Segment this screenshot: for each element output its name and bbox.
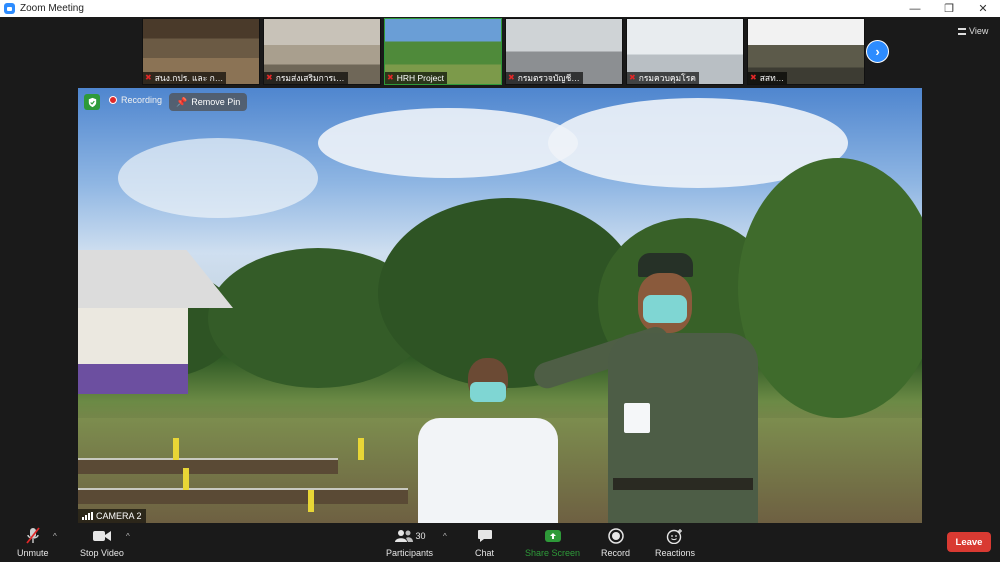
main-video-feed: Recording 📌 Remove Pin CAMERA 2 — [78, 88, 922, 523]
participants-options-caret-icon[interactable]: ^ — [443, 532, 447, 541]
maximize-button[interactable]: ❐ — [932, 0, 966, 17]
recording-indicator: Recording — [109, 95, 162, 105]
video-options-caret-icon[interactable]: ^ — [126, 532, 130, 541]
view-grid-icon — [958, 27, 966, 35]
unmute-button[interactable]: Unmute — [17, 527, 49, 558]
camera-name-tag: CAMERA 2 — [78, 509, 146, 523]
muted-mic-icon: ✖ — [629, 73, 636, 82]
video-camera-icon — [92, 527, 112, 545]
leave-meeting-button[interactable]: Leave — [947, 532, 991, 552]
share-screen-icon — [544, 527, 562, 545]
chat-icon — [477, 527, 493, 545]
close-button[interactable]: ✕ — [966, 0, 1000, 17]
share-screen-button[interactable]: Share Screen — [525, 527, 580, 558]
muted-mic-icon: ✖ — [387, 73, 394, 82]
reactions-smiley-icon — [666, 527, 684, 545]
participant-name-tag: ✖ กรมควบคุมโรค — [627, 72, 699, 84]
recording-dot-icon — [109, 96, 117, 104]
minimize-button[interactable]: — — [898, 0, 932, 17]
record-icon — [607, 527, 624, 545]
participants-icon: 30 — [394, 527, 426, 545]
participant-name-tag: ✖ HRH Project — [385, 72, 447, 84]
reactions-button[interactable]: Reactions — [655, 527, 695, 558]
chevron-right-icon: › — [875, 44, 880, 59]
video-cloud — [318, 108, 578, 178]
participant-thumbnail[interactable]: ✖ สสท… — [747, 18, 865, 85]
participants-button[interactable]: 30 Participants — [386, 527, 433, 558]
participant-thumbnail-active[interactable]: ✖ HRH Project — [384, 18, 502, 85]
participant-thumbnail[interactable]: ✖ กรมส่งเสริมการเ… — [263, 18, 381, 85]
signal-strength-icon — [82, 512, 93, 520]
participant-name-tag: ✖ สนง.กปร. และ ก… — [143, 72, 227, 84]
muted-mic-icon: ✖ — [750, 73, 757, 82]
chat-button[interactable]: Chat — [475, 527, 494, 558]
title-bar: Zoom Meeting — ❐ ✕ — [0, 0, 1000, 17]
participant-name-tag: ✖ สสท… — [748, 72, 788, 84]
record-button[interactable]: Record — [601, 527, 630, 558]
video-cloud — [118, 138, 318, 218]
participant-thumbnail[interactable]: ✖ สนง.กปร. และ ก… — [142, 18, 260, 85]
gallery-next-button[interactable]: › — [866, 40, 889, 63]
muted-mic-icon: ✖ — [266, 73, 273, 82]
window-title: Zoom Meeting — [20, 3, 84, 14]
meeting-toolbar — [0, 524, 1000, 562]
video-wall — [78, 364, 188, 394]
participant-thumbnail[interactable]: ✖ กรมควบคุมโรค — [626, 18, 744, 85]
pin-icon: 📌 — [176, 96, 188, 107]
participants-count: 30 — [415, 531, 426, 541]
participant-gallery-strip: ✖ สนง.กปร. และ ก… ✖ กรมส่งเสริมการเ… ✖ HRH … — [142, 18, 865, 85]
participant-name-tag: ✖ กรมตรวจบัญชี… — [506, 72, 583, 84]
audio-options-caret-icon[interactable]: ^ — [53, 532, 57, 541]
zoom-logo-icon — [4, 3, 15, 14]
participant-thumbnail[interactable]: ✖ กรมตรวจบัญชี… — [505, 18, 623, 85]
window-controls: — ❐ ✕ — [898, 0, 1000, 17]
video-officer — [528, 253, 768, 523]
muted-microphone-icon — [25, 527, 41, 545]
participant-name-tag: ✖ กรมส่งเสริมการเ… — [264, 72, 348, 84]
remove-pin-button[interactable]: 📌 Remove Pin — [169, 93, 248, 111]
muted-mic-icon: ✖ — [508, 73, 515, 82]
encryption-shield-icon[interactable] — [84, 94, 100, 110]
view-button[interactable]: View — [958, 26, 988, 36]
stop-video-button[interactable]: Stop Video — [80, 527, 124, 558]
muted-mic-icon: ✖ — [145, 73, 152, 82]
